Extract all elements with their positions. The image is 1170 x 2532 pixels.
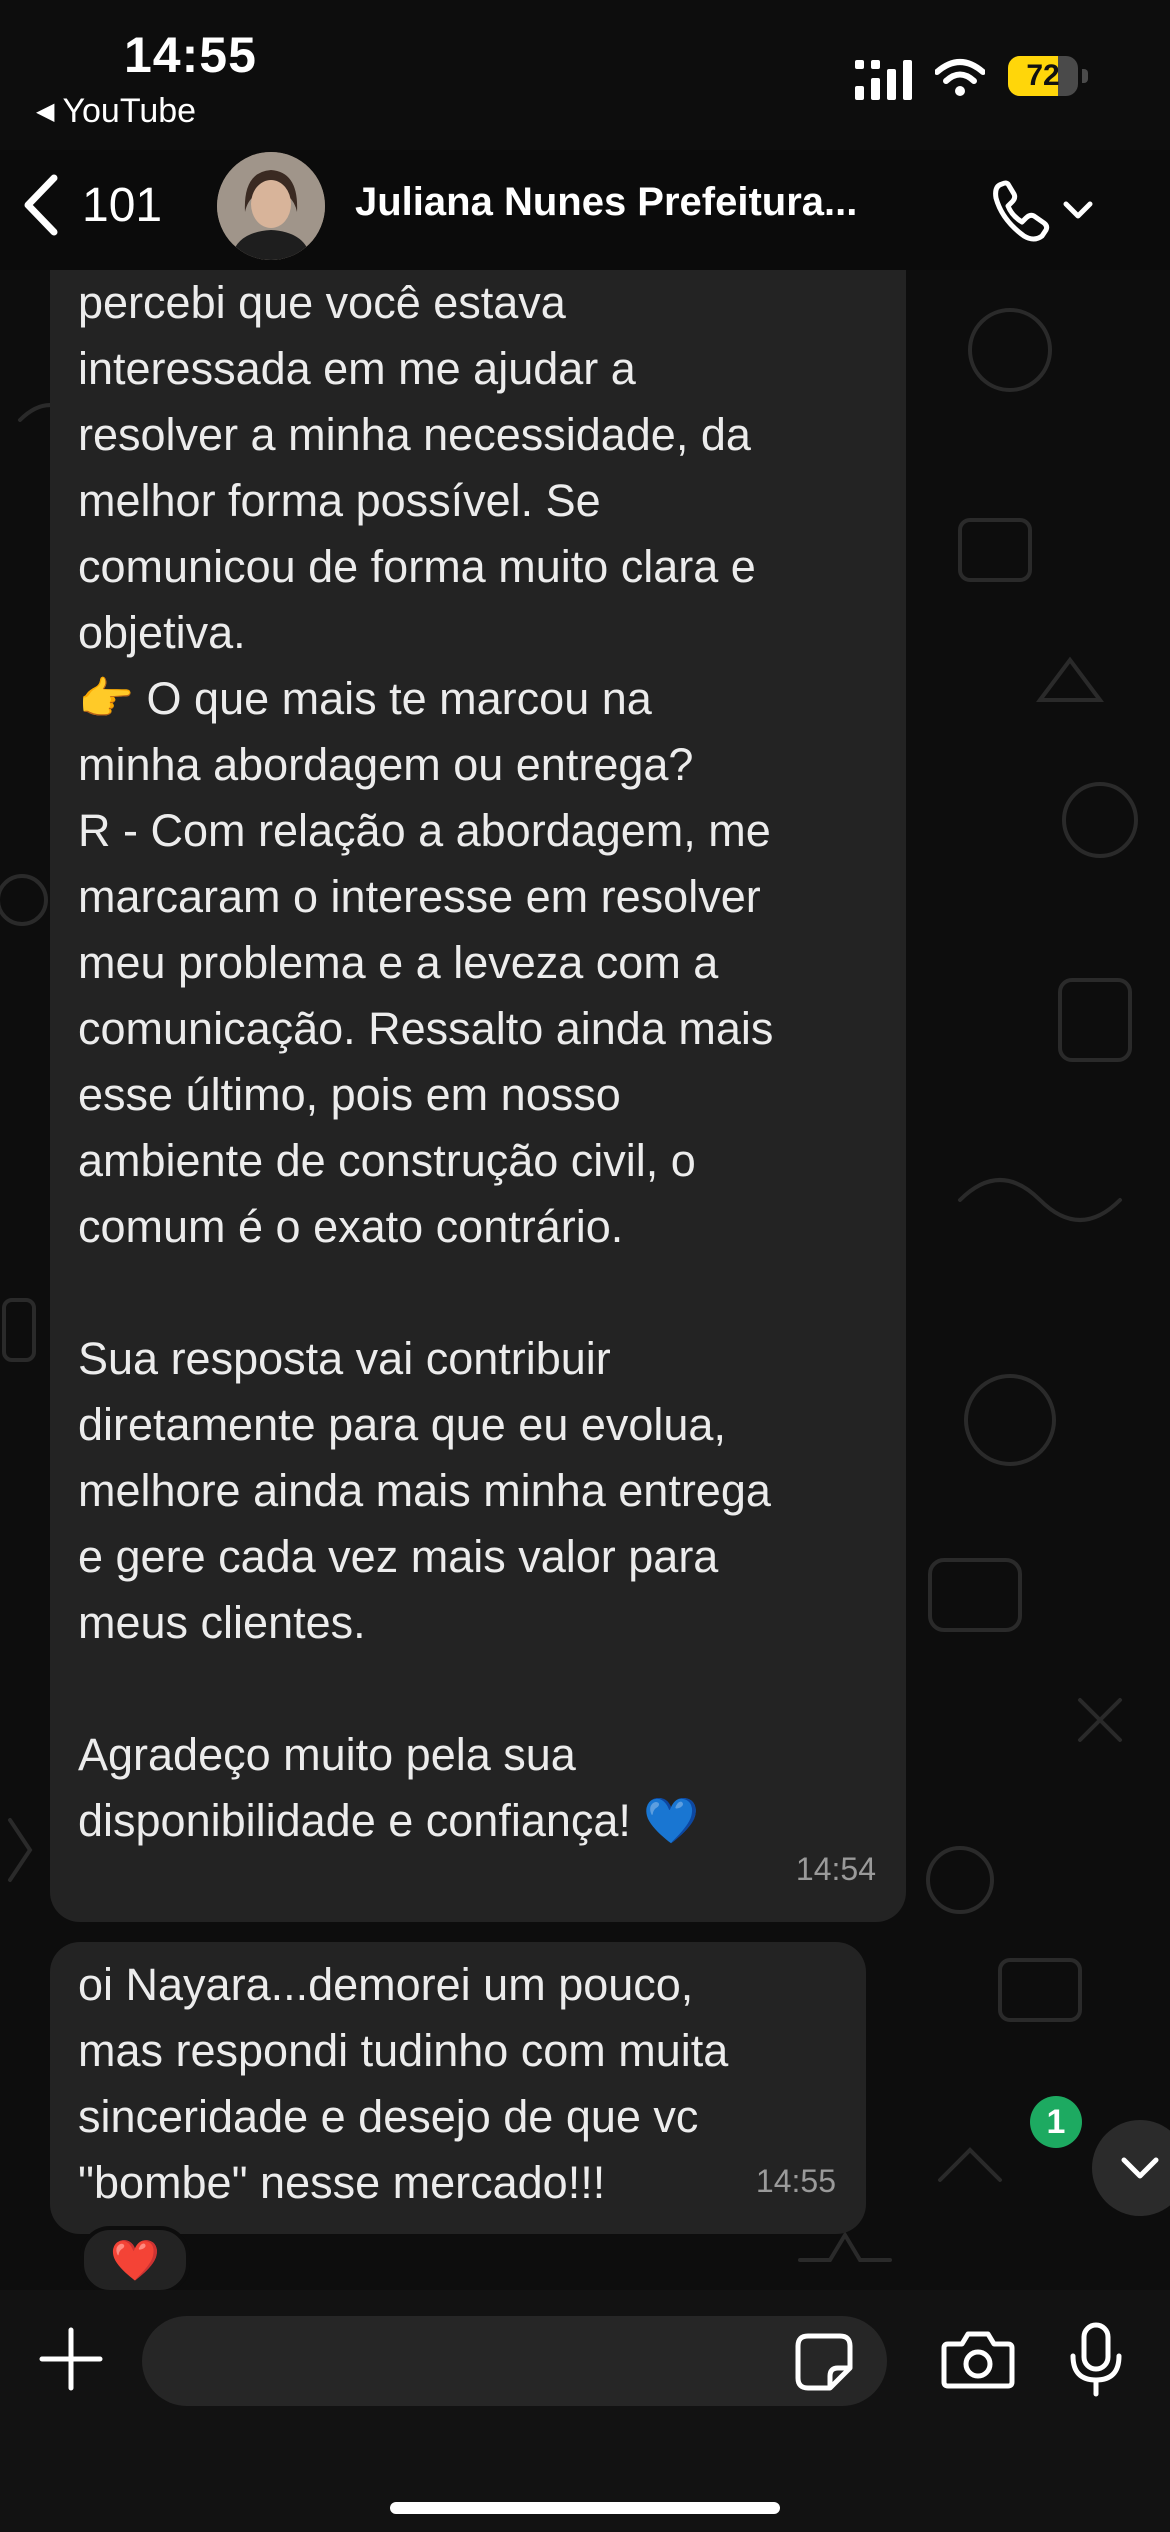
chevron-left-icon	[24, 174, 58, 236]
message-text: percebi que você estava interessada em m…	[78, 277, 774, 1846]
message-composer	[0, 2290, 1170, 2532]
contact-avatar[interactable]	[217, 152, 325, 260]
cellular-signal-icon	[855, 60, 912, 100]
clock: 14:55	[124, 27, 257, 83]
phone-call-icon[interactable]	[990, 176, 1100, 246]
message-bubble-incoming[interactable]: percebi que você estava interessada em m…	[50, 270, 906, 1922]
back-button[interactable]: 101	[20, 170, 162, 240]
unread-count: 101	[82, 178, 163, 232]
plus-icon[interactable]	[38, 2326, 104, 2392]
battery-level: 72	[1026, 59, 1060, 92]
back-app-label: YouTube	[62, 92, 197, 130]
home-indicator	[390, 2502, 780, 2514]
chevron-down-icon	[1121, 2157, 1159, 2179]
camera-icon[interactable]	[940, 2328, 1016, 2392]
battery-indicator: 72	[1008, 56, 1090, 96]
chat-header: 101 Juliana Nunes Prefeitura...	[0, 150, 1170, 270]
back-to-app[interactable]: ◀ YouTube	[36, 92, 196, 131]
status-bar: 14:55 ◀ YouTube 72	[0, 0, 1170, 150]
new-messages-badge: 1	[1030, 2096, 1082, 2148]
message-text: oi Nayara...demorei um pouco, mas respon…	[78, 1959, 729, 2208]
message-bubble-incoming[interactable]: oi Nayara...demorei um pouco, mas respon…	[50, 1942, 866, 2234]
message-input[interactable]	[142, 2316, 887, 2406]
contact-name[interactable]: Juliana Nunes Prefeitura...	[355, 180, 857, 225]
heart-reaction[interactable]: ❤️	[80, 2226, 190, 2294]
wifi-icon	[935, 59, 985, 96]
message-timestamp: 14:54	[795, 1851, 876, 1887]
sticker-icon[interactable]	[794, 2332, 854, 2392]
back-triangle-icon: ◀	[36, 98, 55, 125]
message-timestamp: 14:55	[755, 2163, 836, 2199]
microphone-icon[interactable]	[1068, 2322, 1124, 2398]
